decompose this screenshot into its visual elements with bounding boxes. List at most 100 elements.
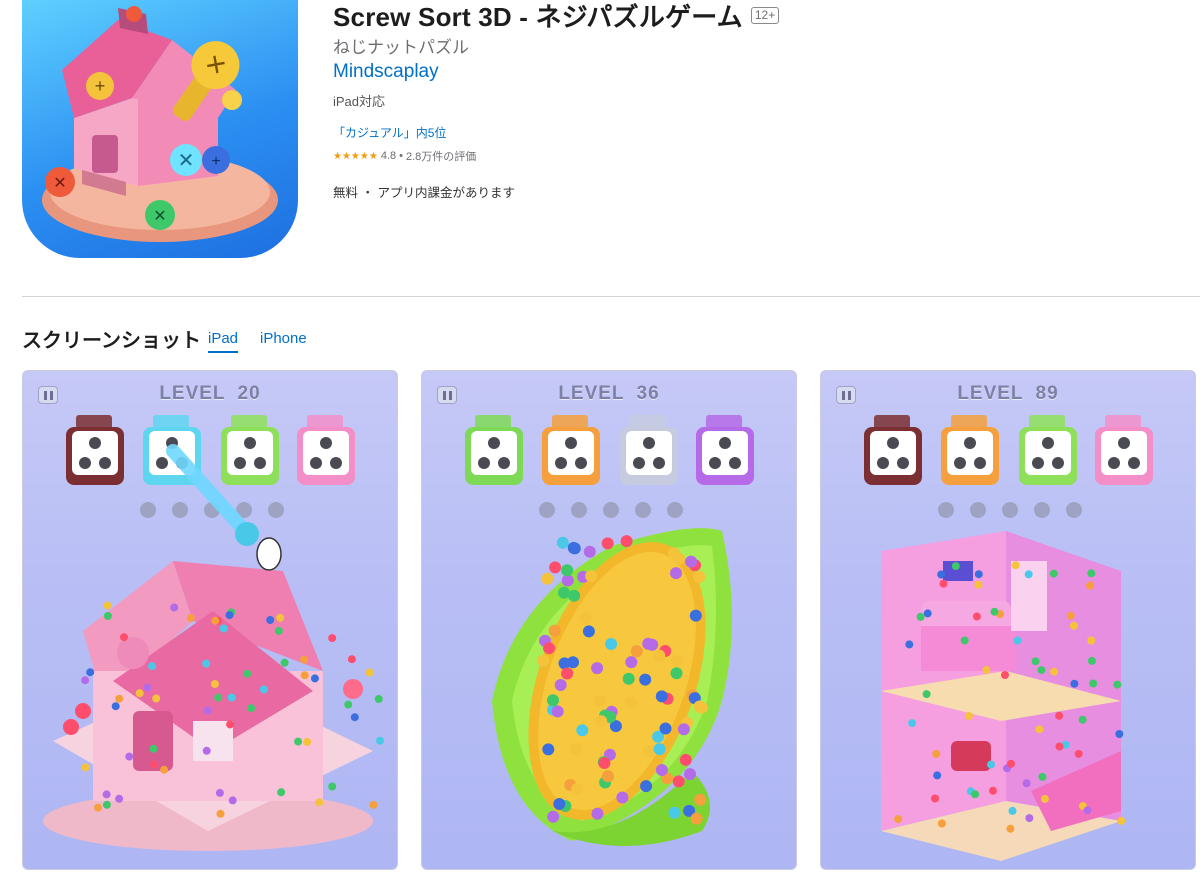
screw-head	[537, 654, 550, 667]
screw-head	[547, 694, 559, 707]
screw-head	[659, 722, 672, 735]
screenshot-1-scene	[43, 415, 384, 851]
screw-head	[561, 574, 574, 587]
tab-iphone[interactable]: iPhone	[260, 330, 307, 351]
screw-head	[602, 770, 614, 783]
empty-hole	[268, 502, 284, 518]
screw-head	[908, 719, 917, 728]
screw-head	[670, 667, 683, 680]
screw-head	[974, 570, 983, 579]
screw-box	[542, 415, 600, 485]
screw-head	[111, 702, 120, 711]
screenshot-1[interactable]: LEVEL 20	[22, 370, 398, 870]
screw-box	[620, 415, 678, 485]
screw-head	[937, 819, 946, 828]
screw-head	[294, 737, 303, 746]
screw-head	[579, 611, 592, 624]
screw-head	[202, 659, 211, 668]
screw-head	[115, 694, 124, 703]
screw-head	[1086, 581, 1094, 590]
screw-head	[1087, 569, 1096, 578]
screw-head	[1117, 816, 1126, 825]
screw-head	[625, 696, 637, 709]
screw-head	[216, 809, 225, 818]
screw-box	[221, 415, 279, 485]
screw-head	[280, 658, 289, 667]
empty-hole	[970, 502, 986, 518]
screw-head	[300, 671, 309, 680]
screw-head	[1074, 749, 1083, 758]
screw-head	[266, 616, 275, 624]
screw-head	[160, 765, 169, 774]
screw-head	[582, 625, 595, 638]
screw-head	[591, 662, 604, 675]
screw-head	[951, 562, 960, 571]
screw-head	[982, 665, 991, 674]
screw-head	[344, 700, 353, 709]
screw-head	[653, 649, 666, 662]
screw-head	[303, 737, 312, 746]
screenshot-2[interactable]: LEVEL 36	[421, 370, 797, 870]
screw-head	[549, 561, 562, 574]
empty-hole	[603, 502, 619, 518]
screw-head	[143, 683, 152, 692]
screw-head	[81, 763, 90, 772]
screw-head	[595, 715, 608, 728]
screw-head	[989, 786, 997, 795]
screw-head	[990, 607, 999, 616]
screw-head	[932, 749, 941, 758]
screw-head	[679, 753, 692, 766]
screw-head	[1089, 679, 1098, 688]
screw-head	[149, 744, 158, 753]
screw-head	[548, 624, 561, 637]
screw-head	[102, 790, 111, 799]
screw-head	[569, 742, 582, 755]
screw-head	[1069, 621, 1078, 630]
screw-head	[1025, 814, 1034, 823]
developer-link[interactable]: Mindscaplay	[333, 61, 439, 83]
screw-head	[541, 572, 554, 585]
screw-head	[670, 654, 683, 667]
screw-head	[315, 798, 324, 807]
screw-head	[226, 720, 235, 729]
empty-hole	[1066, 502, 1082, 518]
screw-head	[1049, 569, 1058, 578]
empty-hole	[635, 502, 651, 518]
screw-head	[625, 656, 638, 669]
section-divider	[22, 296, 1200, 297]
svg-text:+: +	[95, 76, 106, 96]
empty-hole	[1034, 502, 1050, 518]
app-title: Screw Sort 3D - ネジパズルゲーム	[333, 1, 743, 32]
rating-count: 2.8万件の評価	[405, 151, 477, 163]
screw-head	[916, 612, 925, 621]
screw-head	[931, 794, 939, 803]
screw-head	[369, 800, 378, 809]
screw-head	[655, 690, 668, 703]
screw-head	[277, 788, 286, 797]
screw-head	[135, 689, 144, 698]
screw-head	[227, 693, 236, 702]
screw-head	[1006, 824, 1015, 833]
screw-head	[960, 636, 969, 645]
price-info: 無料 ・ アプリ内課金があります	[333, 186, 515, 200]
category-rank-link[interactable]: 「カジュアル」内5位	[333, 124, 446, 141]
screw-head	[225, 611, 234, 620]
screw-head	[203, 706, 212, 715]
screw-head	[553, 798, 566, 810]
tab-ipad[interactable]: iPad	[208, 330, 239, 353]
screw-head	[598, 757, 611, 769]
empty-hole	[938, 502, 954, 518]
screw-head	[202, 746, 211, 755]
screw-head	[1001, 671, 1009, 679]
screenshot-3[interactable]: LEVEL 89	[820, 370, 1196, 870]
screw-head	[558, 586, 570, 599]
empty-hole	[140, 502, 156, 518]
app-title-row: Screw Sort 3D - ネジパズルゲーム 12+	[333, 0, 780, 32]
screw-head	[120, 633, 128, 642]
screw-head	[591, 807, 604, 820]
screw-head	[1022, 779, 1031, 788]
screw-head	[693, 700, 706, 713]
screw-head	[374, 695, 383, 703]
screw-head	[939, 579, 948, 588]
app-subtitle: ねじナットパズル	[333, 38, 469, 57]
